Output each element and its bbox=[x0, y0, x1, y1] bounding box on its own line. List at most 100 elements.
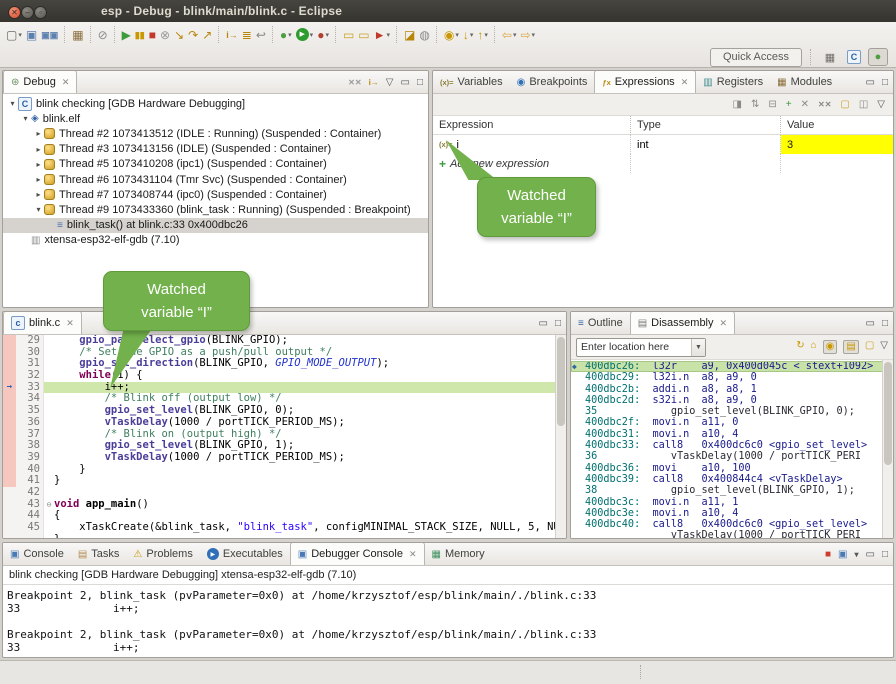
gutter-annotation[interactable] bbox=[3, 464, 16, 476]
save-all-button[interactable]: ▣▣ bbox=[39, 25, 60, 45]
save-button[interactable]: ▣ bbox=[24, 25, 39, 45]
disassembly-line[interactable]: ◆400dbc26: l32r a9, 0x400d045c <_stext+1… bbox=[571, 361, 883, 372]
add-expression-button[interactable]: + bbox=[786, 99, 792, 111]
disassembly-source-line[interactable]: 36 vTaskDelay(1000 / portTICK_PERI bbox=[571, 451, 883, 462]
console-output[interactable]: Breakpoint 2, blink_task (pvParameter=0x… bbox=[3, 585, 893, 654]
tab-outline[interactable]: ≡Outline bbox=[571, 312, 630, 334]
editor-line[interactable]: 41} bbox=[3, 475, 556, 487]
disassembly-line[interactable]: 400dbc2f: movi.n a11, 0 bbox=[571, 417, 883, 428]
disassembly-line[interactable]: 400dbc3c: movi.n a11, 1 bbox=[571, 497, 883, 508]
console-dropdown-button[interactable]: ▾ bbox=[854, 549, 858, 561]
debug-tree-row[interactable]: ▸Thread #5 1073410208 (ipc1) (Suspended … bbox=[3, 157, 428, 172]
tree-expand-icon[interactable]: ▸ bbox=[33, 175, 44, 184]
minimize-button[interactable]: ▭ bbox=[539, 318, 548, 330]
gutter-annotation[interactable] bbox=[3, 499, 16, 511]
tab-variables[interactable]: (x)=Variables bbox=[433, 71, 510, 93]
column-value[interactable]: Value bbox=[781, 116, 893, 135]
show-logical-structures-button[interactable]: ⇅ bbox=[751, 99, 759, 111]
gutter-annotation[interactable] bbox=[3, 487, 16, 499]
build-button[interactable]: ▦ bbox=[70, 25, 85, 45]
quick-access-button[interactable]: Quick Access bbox=[710, 48, 802, 67]
editor-line[interactable]: 39 vTaskDelay(1000 / portTICK_PERIOD_MS)… bbox=[3, 452, 556, 464]
tab-close-icon[interactable]: ✕ bbox=[681, 77, 689, 88]
new-disassembly-view-button[interactable]: ▢ bbox=[865, 340, 874, 354]
gutter-annotation[interactable] bbox=[3, 405, 16, 417]
disassembly-source-line[interactable]: vTaskDelay(1000 / portTICK_PERI bbox=[571, 530, 883, 538]
disassembly-line[interactable]: 400dbc3e: movi.n a10, 4 bbox=[571, 508, 883, 519]
add-expression-row[interactable]: + Add new expression bbox=[433, 154, 893, 173]
build-all-button[interactable]: ◍ bbox=[417, 25, 431, 45]
disassembly-line[interactable]: 400dbc29: l32i.n a8, a9, 0 bbox=[571, 372, 883, 383]
open-resource-button[interactable]: ▭ bbox=[356, 25, 371, 45]
remove-all-terminated-button[interactable]: ✕✕ bbox=[348, 77, 361, 89]
back-button[interactable]: ⇦▾ bbox=[500, 25, 519, 45]
dropdown-arrow-icon[interactable]: ▾ bbox=[288, 31, 292, 39]
dropdown-arrow-icon[interactable]: ▾ bbox=[455, 31, 459, 39]
drop-to-frame-button[interactable]: ↩ bbox=[254, 25, 268, 45]
tree-expand-icon[interactable]: ▸ bbox=[33, 160, 44, 169]
open-perspective-button[interactable]: ▦ bbox=[820, 48, 840, 66]
tree-expand-icon[interactable]: ▾ bbox=[20, 114, 31, 123]
column-expression[interactable]: Expression bbox=[433, 116, 631, 135]
gutter-annotation[interactable] bbox=[3, 370, 16, 382]
debug-tree-row[interactable]: ▸Thread #7 1073408744 (ipc0) (Suspended … bbox=[3, 187, 428, 202]
debug-tree-row[interactable]: ▥xtensa-esp32-elf-gdb (7.10) bbox=[3, 233, 428, 248]
dropdown-arrow-icon[interactable]: ▾ bbox=[18, 31, 22, 39]
gutter-annotation[interactable] bbox=[3, 358, 16, 370]
gutter-annotation[interactable] bbox=[3, 393, 16, 405]
editor-line[interactable]: } bbox=[3, 534, 556, 538]
gutter-annotation[interactable] bbox=[3, 452, 16, 464]
show-type-names-button[interactable]: ◨ bbox=[733, 99, 742, 111]
tab-tasks[interactable]: ▤Tasks bbox=[71, 543, 127, 565]
maximize-button[interactable]: □ bbox=[882, 77, 888, 89]
minimize-button[interactable]: – bbox=[21, 6, 34, 19]
tab-close-icon[interactable]: ✕ bbox=[409, 549, 417, 560]
expression-name-cell[interactable]: (x)= i bbox=[433, 135, 631, 154]
maximize-button[interactable]: □ bbox=[882, 318, 888, 330]
coverage-button[interactable]: ●▾ bbox=[315, 25, 331, 45]
view-menu-button[interactable]: ▽ bbox=[877, 99, 885, 111]
tab-breakpoints[interactable]: ◉Breakpoints bbox=[510, 71, 595, 93]
next-annotation-button[interactable]: ↓▾ bbox=[461, 25, 476, 45]
tab-close-icon[interactable]: ✕ bbox=[62, 77, 70, 88]
debug-thread-tree[interactable]: ▾Cblink checking [GDB Hardware Debugging… bbox=[3, 94, 428, 248]
editor-line[interactable]: 40 } bbox=[3, 464, 556, 476]
run-button[interactable]: ▶▾ bbox=[294, 25, 316, 45]
editor-line[interactable]: 43⊖void app_main() bbox=[3, 499, 556, 511]
debug-tree-row[interactable]: ▾Thread #9 1073433360 (blink_task : Runn… bbox=[3, 202, 428, 217]
tab-blink-c[interactable]: cblink.c✕ bbox=[3, 311, 82, 334]
debug-perspective-button[interactable]: ● bbox=[868, 48, 888, 66]
tab-debugger-console[interactable]: ▣Debugger Console✕ bbox=[290, 542, 425, 565]
gutter-annotation[interactable] bbox=[3, 417, 16, 429]
tree-expand-icon[interactable]: ▸ bbox=[33, 129, 44, 138]
sync-with-active-context-button[interactable]: ◉ bbox=[823, 340, 838, 354]
open-element-button[interactable]: ▭ bbox=[341, 25, 356, 45]
dropdown-arrow-icon[interactable]: ▾ bbox=[470, 31, 474, 39]
dropdown-arrow-icon[interactable]: ▾ bbox=[387, 31, 391, 39]
gutter-annotation[interactable] bbox=[3, 510, 16, 522]
home-button[interactable]: ⌂ bbox=[811, 340, 817, 354]
new-view-button[interactable]: ▢ bbox=[840, 99, 849, 111]
view-menu-button[interactable]: ▽ bbox=[386, 77, 394, 89]
external-tools-button[interactable]: ►▾ bbox=[372, 25, 392, 45]
stack-frame-row[interactable]: ≡blink_task() at blink.c:33 0x400dbc26 bbox=[3, 218, 428, 233]
disassembly-line[interactable]: 400dbc2b: addi.n a8, a8, 1 bbox=[571, 384, 883, 395]
debug-tree-row[interactable]: ▸Thread #3 1073413156 (IDLE) (Suspended … bbox=[3, 142, 428, 157]
open-new-view-button[interactable]: ◫ bbox=[859, 99, 868, 111]
maximize-button[interactable]: □ bbox=[882, 549, 888, 561]
tab-expressions[interactable]: ƒxExpressions✕ bbox=[594, 70, 696, 93]
gutter-annotation[interactable] bbox=[3, 335, 16, 347]
pin-editor-button[interactable]: ◉▾ bbox=[442, 25, 461, 45]
gutter-annotation[interactable] bbox=[3, 475, 16, 487]
debug-tree-row[interactable]: ▾Cblink checking [GDB Hardware Debugging… bbox=[3, 96, 428, 111]
minimize-button[interactable]: ▭ bbox=[401, 77, 410, 89]
suspend-button[interactable]: ▮▮ bbox=[133, 25, 147, 45]
terminate-button[interactable]: ■ bbox=[147, 25, 158, 45]
instruction-stepping-button[interactable]: i→ bbox=[224, 25, 240, 45]
tab-close-icon[interactable]: ✕ bbox=[66, 318, 74, 329]
disassembly-line[interactable]: 400dbc2d: s32i.n a8, a9, 0 bbox=[571, 395, 883, 406]
forward-button[interactable]: ⇨▾ bbox=[518, 25, 537, 45]
step-over-button[interactable]: ↷ bbox=[186, 25, 200, 45]
disassembly-line[interactable]: 400dbc39: call8 0x400844c4 <vTaskDelay> bbox=[571, 474, 883, 485]
location-combo[interactable]: Enter location here ▼ bbox=[576, 338, 706, 357]
